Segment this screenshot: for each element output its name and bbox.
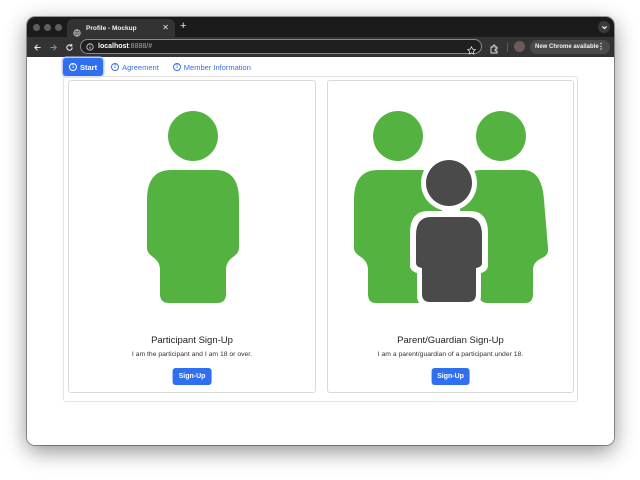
toolbar-divider <box>507 42 508 52</box>
browser-window: Profile - Mockup ✕ + localhost:8888/# N… <box>27 17 614 445</box>
participant-signup-button[interactable]: Sign-Up <box>172 368 212 385</box>
participant-card-title: Participant Sign-Up <box>151 335 233 346</box>
browser-tab[interactable]: Profile - Mockup ✕ <box>67 19 175 37</box>
step-member-information[interactable]: 3 Member Information <box>167 58 257 76</box>
site-info-icon[interactable] <box>86 42 94 51</box>
url-host: localhost <box>98 43 129 50</box>
reload-icon[interactable] <box>63 41 75 53</box>
browser-toolbar: localhost:8888/# New Chrome available ⋮ <box>27 37 614 57</box>
participant-card-description: I am the participant and I am 18 or over… <box>131 351 253 358</box>
participant-signup-card: Participant Sign-Up I am the participant… <box>68 80 316 393</box>
step-number: 3 <box>172 63 181 71</box>
guardian-signup-button[interactable]: Sign-Up <box>431 368 470 385</box>
person-icon <box>69 105 315 305</box>
step-label: Agreement <box>122 62 159 72</box>
back-arrow-icon[interactable] <box>31 41 43 53</box>
guardian-card-description: I am a parent/guardian of a participant … <box>377 351 524 358</box>
new-tab-button[interactable]: + <box>180 20 186 33</box>
step-number: 2 <box>111 63 120 71</box>
address-bar[interactable]: localhost:8888/# <box>80 39 482 55</box>
forward-arrow-icon[interactable] <box>47 41 59 53</box>
step-agreement[interactable]: 2 Agreement <box>105 58 165 76</box>
signup-options-container: Participant Sign-Up I am the participant… <box>63 76 578 402</box>
close-window-dot[interactable] <box>33 24 40 31</box>
family-icon <box>328 105 573 307</box>
menu-dots-icon[interactable]: ⋮ <box>597 41 605 52</box>
tab-search-button[interactable] <box>598 21 610 33</box>
url-path: :8888/# <box>128 43 153 50</box>
step-label: Start <box>80 62 98 72</box>
tab-close-icon[interactable]: ✕ <box>162 24 169 32</box>
profile-avatar[interactable] <box>514 41 525 52</box>
update-label: New Chrome available <box>535 44 599 50</box>
step-label: Member Information <box>183 62 251 72</box>
tab-strip: Profile - Mockup ✕ + <box>27 17 614 37</box>
step-nav: 1 Start 2 Agreement 3 Member Information <box>63 58 259 76</box>
minimize-window-dot[interactable] <box>44 24 51 31</box>
maximize-window-dot[interactable] <box>55 24 62 31</box>
globe-icon <box>73 24 81 37</box>
chevron-down-icon <box>601 25 607 29</box>
page-content: 1 Start 2 Agreement 3 Member Information <box>27 57 614 445</box>
tab-title: Profile - Mockup <box>86 24 137 32</box>
step-start[interactable]: 1 Start <box>63 58 104 76</box>
guardian-card-title: Parent/Guardian Sign-Up <box>397 335 504 346</box>
chrome-update-button[interactable]: New Chrome available ⋮ <box>530 40 610 54</box>
step-number: 1 <box>69 63 77 71</box>
guardian-signup-card: Parent/Guardian Sign-Up I am a parent/gu… <box>327 80 574 393</box>
